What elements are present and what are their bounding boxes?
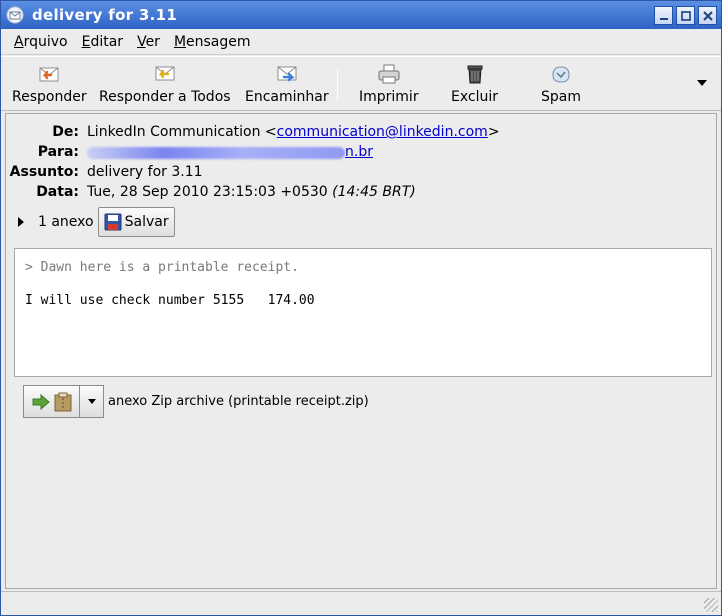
reply-icon — [36, 62, 62, 86]
toolbar-separator — [337, 69, 338, 101]
menu-bar: Arquivo Editar Ver Mensagem — [1, 29, 721, 55]
spam-button[interactable]: Spam — [541, 62, 581, 105]
delete-button[interactable]: Excluir — [451, 62, 498, 105]
message-window: delivery for 3.11 Arquivo Editar Ver Men… — [0, 0, 722, 616]
dropdown-arrow-icon — [87, 399, 96, 404]
save-attachment-button[interactable]: Salvar — [97, 207, 175, 237]
subject-row: Assunto: delivery for 3.11 — [6, 164, 203, 184]
attachment-open-button[interactable] — [23, 385, 80, 418]
attachment-item: anexo Zip archive (printable receipt.zip… — [23, 385, 369, 418]
spam-icon — [548, 62, 574, 86]
printer-icon — [376, 62, 402, 86]
attachments-row: 1 anexo Salvar — [18, 207, 175, 237]
status-bar — [1, 591, 721, 615]
message-body[interactable]: > Dawn here is a printable receipt. I wi… — [14, 248, 712, 377]
message-view: De: LinkedIn Communication < communicatio… — [5, 113, 717, 589]
floppy-disk-icon — [104, 213, 122, 231]
forward-button[interactable]: Encaminhar — [245, 62, 329, 105]
from-row: De: LinkedIn Communication < communicatio… — [6, 124, 499, 144]
from-email-link[interactable]: communication@linkedin.com — [277, 124, 488, 144]
to-email-link[interactable]: n.br — [345, 144, 373, 164]
menu-editar[interactable]: Editar — [75, 34, 130, 50]
reply-all-icon — [152, 62, 178, 86]
toolbar-overflow-chevron-icon[interactable] — [697, 80, 707, 86]
print-button[interactable]: Imprimir — [359, 62, 419, 105]
title-bar[interactable]: delivery for 3.11 — [1, 1, 721, 29]
to-row: Para: n.br — [6, 144, 373, 164]
menu-arquivo[interactable]: Arquivo — [7, 34, 75, 50]
resize-grip-icon[interactable] — [704, 598, 718, 612]
arrow-right-icon — [32, 393, 50, 410]
date-value: Tue, 28 Sep 2010 23:15:03 +0530 — [87, 184, 328, 200]
window-title: delivery for 3.11 — [32, 6, 178, 24]
body-line: I will use check number 5155 174.00 — [25, 293, 315, 308]
zip-archive-icon — [54, 392, 71, 411]
menu-ver[interactable]: Ver — [130, 34, 167, 50]
date-row: Data: Tue, 28 Sep 2010 23:15:03 +0530 (1… — [6, 184, 416, 204]
menu-mensagem[interactable]: Mensagem — [167, 34, 258, 50]
redacted-recipient — [87, 147, 345, 159]
quoted-line: > Dawn here is a printable receipt. — [25, 260, 299, 275]
reply-button[interactable]: Responder — [12, 62, 87, 105]
trash-icon — [462, 62, 488, 86]
minimize-button[interactable] — [654, 6, 673, 25]
attachment-menu-button[interactable] — [80, 385, 104, 418]
attachment-count: 1 anexo — [38, 214, 94, 230]
maximize-button[interactable] — [676, 6, 695, 25]
date-local: (14:45 BRT) — [332, 184, 416, 200]
attachment-label: anexo Zip archive (printable receipt.zip… — [108, 394, 369, 409]
mail-app-icon — [6, 6, 24, 24]
subject-value: delivery for 3.11 — [87, 164, 203, 180]
expander-arrow-icon[interactable] — [18, 217, 24, 227]
toolbar: Responder Responder a Todos Encaminhar I… — [1, 56, 721, 111]
reply-all-button[interactable]: Responder a Todos — [99, 62, 231, 105]
close-button[interactable] — [698, 6, 717, 25]
forward-icon — [274, 62, 300, 86]
